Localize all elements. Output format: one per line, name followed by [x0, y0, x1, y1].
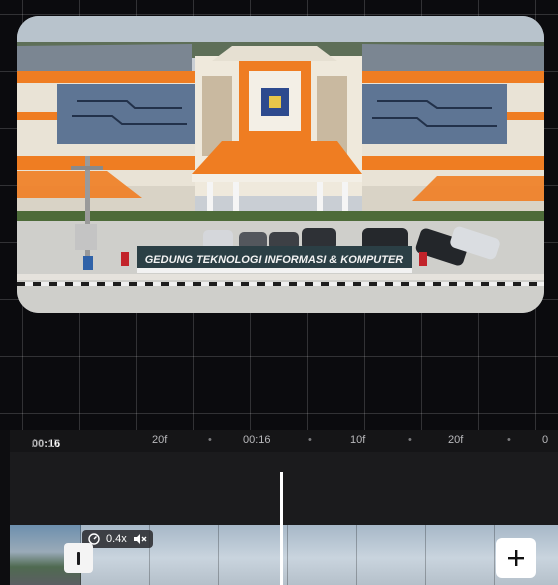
- banner-text: GEDUNG TEKNOLOGI INFORMASI & KOMPUTER: [145, 254, 404, 266]
- ruler-mark: 20f: [448, 434, 464, 446]
- playhead[interactable]: [280, 472, 283, 585]
- clip-frame: [357, 525, 426, 585]
- ruler-dot: •: [507, 434, 511, 446]
- ruler-mark: 10f: [350, 434, 366, 446]
- clip-trim-handle[interactable]: [64, 543, 93, 573]
- clip-frame: [426, 525, 495, 585]
- ruler-dot: •: [208, 434, 212, 446]
- muted-speaker-icon[interactable]: [133, 533, 147, 545]
- plus-icon: [508, 550, 524, 566]
- clip-frame: [288, 525, 357, 585]
- timeline-panel: 00:16 / 00:17 20f • 00:16 • 10f • 20f • …: [10, 430, 558, 585]
- ruler-mark: 20f: [152, 434, 168, 446]
- video-frame-image: GEDUNG TEKNOLOGI INFORMASI & KOMPUTER: [17, 16, 544, 313]
- ruler-dot: •: [308, 434, 312, 446]
- clip-frame: [150, 525, 219, 585]
- time-ruler[interactable]: 00:16 / 00:17 20f • 00:16 • 10f • 20f • …: [10, 430, 558, 452]
- ruler-dot: •: [408, 434, 412, 446]
- speed-label: 0.4x: [106, 533, 127, 545]
- total-time: 00:17: [32, 438, 60, 450]
- clip-frame: [219, 525, 288, 585]
- ruler-mark: 00:16: [243, 434, 271, 446]
- add-clip-button[interactable]: [496, 538, 536, 578]
- ruler-mark: 0: [542, 434, 549, 446]
- video-preview[interactable]: GEDUNG TEKNOLOGI INFORMASI & KOMPUTER: [17, 16, 544, 313]
